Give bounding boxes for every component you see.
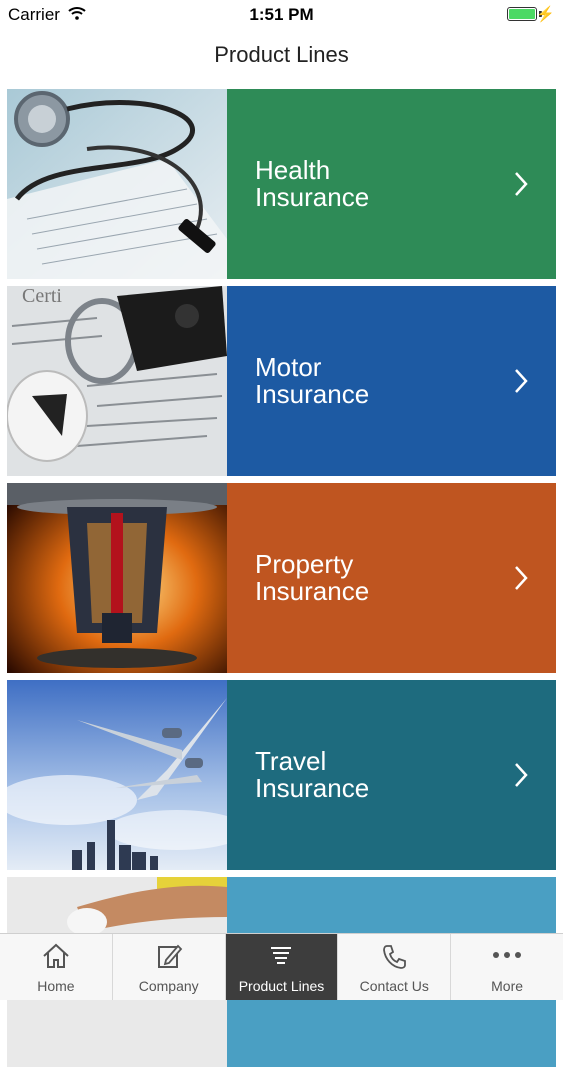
phone-icon <box>383 945 407 969</box>
car-keys-photo: Certi <box>7 286 227 476</box>
product-panel: Health Insurance <box>227 89 556 279</box>
tab-contact-us[interactable]: Contact Us <box>338 934 452 1000</box>
tab-home[interactable]: Home <box>0 934 113 1000</box>
product-panel: Motor Insurance <box>227 286 556 476</box>
product-label: Health Insurance <box>255 155 370 212</box>
stethoscope-photo <box>7 89 227 279</box>
tab-more[interactable]: More <box>451 934 563 1000</box>
product-card-health[interactable]: Health Insurance <box>7 89 556 279</box>
edit-icon <box>157 944 182 968</box>
product-panel: Property Insurance <box>227 483 556 673</box>
chevron-right-icon <box>515 172 528 196</box>
more-icon <box>493 952 522 958</box>
product-card-motor[interactable]: Certi Motor Insurance <box>7 286 556 476</box>
sprinkler-photo <box>7 483 227 673</box>
clock: 1:51 PM <box>249 5 314 24</box>
product-label: Motor Insurance <box>255 352 370 409</box>
chevron-right-icon <box>515 763 528 787</box>
tab-label: Contact Us <box>359 978 429 994</box>
product-card-travel[interactable]: Travel Insurance <box>7 680 556 870</box>
page-title: Product Lines <box>214 42 349 67</box>
tab-product-lines[interactable]: Product Lines <box>225 934 339 1000</box>
charging-icon: ⚡ <box>536 6 555 23</box>
battery-icon <box>507 7 537 21</box>
product-card-property[interactable]: Property Insurance <box>7 483 556 673</box>
chevron-right-icon <box>515 566 528 590</box>
status-bar: Carrier 1:51 PM ⚡ <box>0 0 563 30</box>
tab-label: Product Lines <box>238 978 325 994</box>
product-panel: Travel Insurance <box>227 680 556 870</box>
product-label: Travel Insurance <box>255 746 370 803</box>
home-icon <box>43 943 69 968</box>
product-label: Property Insurance <box>255 549 370 606</box>
list-icon <box>271 947 292 964</box>
tab-label: Company <box>138 978 199 994</box>
chevron-right-icon <box>515 369 528 393</box>
svg-text:Certi: Certi <box>22 286 62 307</box>
tab-company[interactable]: Company <box>113 934 226 1000</box>
tab-label: More <box>491 978 524 994</box>
airplane-photo <box>7 680 227 870</box>
tab-label: Home <box>37 978 75 994</box>
tab-bar: Home Company Product Lines Contact Us Mo… <box>0 933 563 1000</box>
